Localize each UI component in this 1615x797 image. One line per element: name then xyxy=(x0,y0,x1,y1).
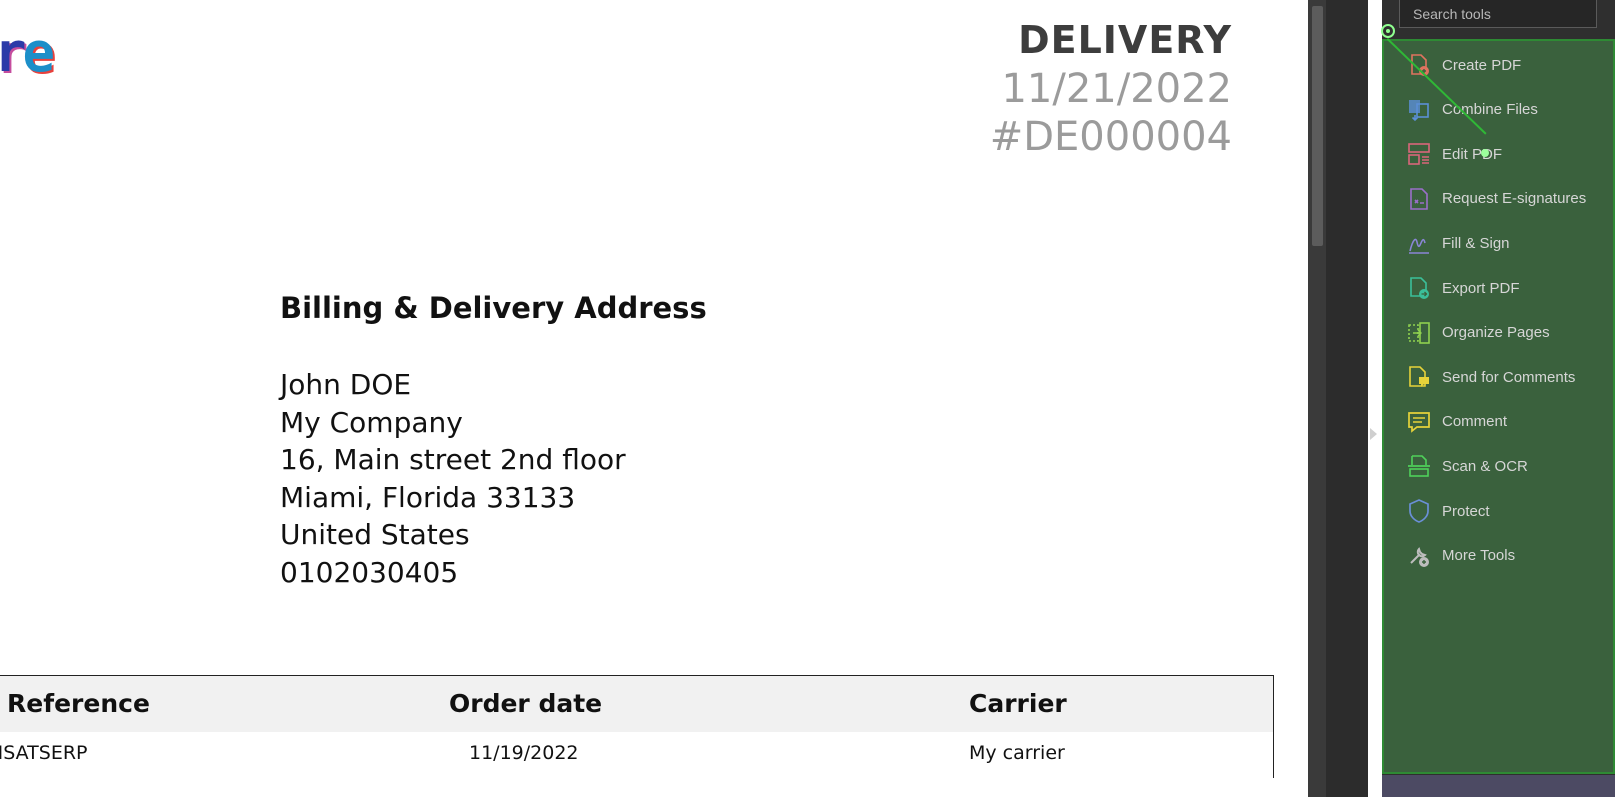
table-cell-carrier: My carrier xyxy=(969,742,1065,764)
e-signature-icon xyxy=(1410,187,1428,210)
tool-more-tools[interactable]: More Tools xyxy=(1406,538,1606,574)
document-scroll-zone xyxy=(1308,0,1368,797)
tool-fill-sign[interactable]: Fill & Sign xyxy=(1406,225,1606,261)
tool-label: Protect xyxy=(1442,502,1490,520)
tool-send-for-comments[interactable]: Send for Comments xyxy=(1406,359,1606,395)
table-header-order-date: Order date xyxy=(449,689,603,718)
drag-cursor-dot xyxy=(1481,149,1489,157)
address-block: John DOE My Company 16, Main street 2nd … xyxy=(280,366,626,592)
tool-label: Organize Pages xyxy=(1442,324,1550,342)
export-pdf-icon xyxy=(1410,277,1429,299)
scrollbar-thumb[interactable] xyxy=(1312,6,1323,246)
company-logo: re xyxy=(0,21,55,84)
organize-pages-icon xyxy=(1408,321,1430,344)
tool-edit-pdf[interactable]: Edit PDF xyxy=(1406,136,1606,172)
address-phone: 0102030405 xyxy=(280,555,459,589)
comment-icon xyxy=(1408,411,1430,433)
table-row: NSATSERP 11/19/2022 My carrier xyxy=(0,732,1273,778)
address-name: John DOE xyxy=(280,368,412,401)
tool-label: Send for Comments xyxy=(1442,368,1576,386)
send-comments-icon xyxy=(1409,366,1429,388)
tool-protect[interactable]: Protect xyxy=(1406,493,1606,529)
tool-label: Fill & Sign xyxy=(1442,234,1510,252)
pdf-document-page: re DELIVERY 11/21/2022 #DE000004 Billing… xyxy=(0,0,1308,797)
document-title: DELIVERY xyxy=(1018,18,1232,62)
document-date: 11/21/2022 xyxy=(1001,66,1232,112)
table-cell-order-date: 11/19/2022 xyxy=(469,742,579,764)
tool-combine-files[interactable]: Combine Files xyxy=(1406,92,1606,128)
tool-request-e-signatures[interactable]: Request E-signatures xyxy=(1406,181,1606,217)
table-header-row: Reference Order date Carrier xyxy=(0,676,1273,732)
tool-label: Request E-signatures xyxy=(1442,190,1587,208)
combine-files-icon xyxy=(1409,99,1429,121)
document-number: #DE000004 xyxy=(989,114,1232,160)
panel-footer xyxy=(1382,775,1615,797)
create-pdf-icon xyxy=(1411,54,1429,76)
tool-scan-ocr[interactable]: Scan & OCR xyxy=(1406,448,1606,484)
edit-pdf-icon xyxy=(1408,143,1430,165)
tool-organize-pages[interactable]: Organize Pages xyxy=(1406,315,1606,351)
tool-label: Scan & OCR xyxy=(1442,457,1528,475)
vertical-scrollbar[interactable] xyxy=(1308,0,1326,797)
order-table: Reference Order date Carrier NSATSERP 11… xyxy=(0,675,1274,778)
shield-icon xyxy=(1409,499,1429,523)
more-tools-icon xyxy=(1410,546,1429,567)
fill-sign-icon xyxy=(1409,239,1429,255)
tools-panel: Create PDF Combine Files Edit PDF Request E… xyxy=(1382,0,1615,797)
table-header-reference: Reference xyxy=(7,689,150,718)
tool-label: More Tools xyxy=(1442,547,1516,565)
address-country: United States xyxy=(280,518,470,552)
address-heading: Billing & Delivery Address xyxy=(280,291,707,325)
tool-label: Create PDF xyxy=(1442,56,1522,74)
tool-comment[interactable]: Comment xyxy=(1406,404,1606,440)
target-marker-icon xyxy=(1381,24,1395,38)
collapse-panel-arrow-icon[interactable] xyxy=(1370,428,1377,440)
address-street: 16, Main street 2nd floor xyxy=(280,443,626,477)
table-header-carrier: Carrier xyxy=(969,689,1067,718)
tools-list: Create PDF Combine Files Edit PDF Request E… xyxy=(1382,39,1615,774)
tool-create-pdf[interactable]: Create PDF xyxy=(1406,47,1606,83)
scan-ocr-icon xyxy=(1408,455,1430,478)
address-company: My Company xyxy=(280,405,463,439)
tool-label: Comment xyxy=(1442,413,1508,431)
tool-export-pdf[interactable]: Export PDF xyxy=(1406,270,1606,306)
tool-label: Export PDF xyxy=(1442,279,1520,297)
table-cell-reference: NSATSERP xyxy=(0,742,88,764)
tool-label: Edit PDF xyxy=(1442,145,1503,163)
address-city: Miami, Florida 33133 xyxy=(280,480,576,514)
search-tools-input[interactable] xyxy=(1399,0,1597,28)
